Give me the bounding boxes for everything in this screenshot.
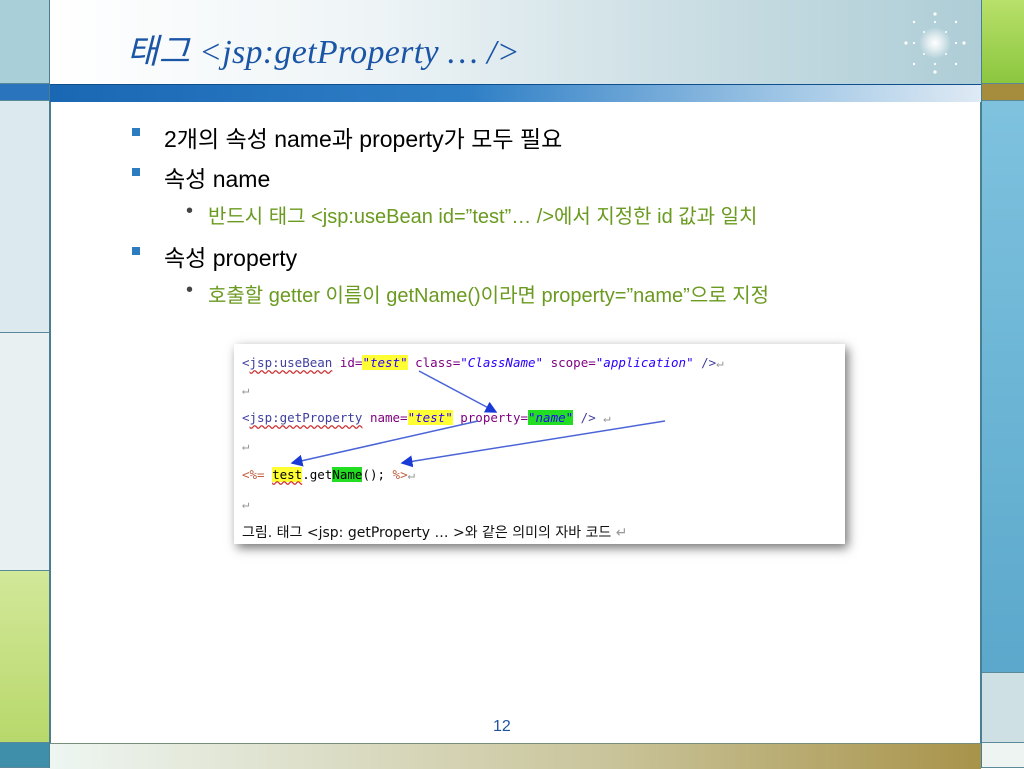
arrow-property-to-name bbox=[400, 420, 666, 468]
right-decor-column bbox=[981, 0, 1024, 768]
bullet-text: 속성 name bbox=[164, 166, 271, 192]
arrow-overlay bbox=[290, 370, 666, 468]
page-number: 12 bbox=[493, 718, 511, 735]
right-divider bbox=[980, 0, 982, 768]
slide-title: 태그 <jsp:getProperty … /> bbox=[127, 34, 520, 71]
sub-bullet-item: • 반드시 태그 <jsp:useBean id=”test”… />에서 지정… bbox=[130, 200, 970, 228]
code-figure: <jsp:useBean id="test" class="ClassName"… bbox=[234, 344, 845, 544]
arrow-usebean-to-getproperty bbox=[418, 370, 498, 413]
square-bullet-icon bbox=[132, 168, 140, 176]
bullet-list: 2개의 속성 name과 property가 모두 필요 속성 name • 반… bbox=[130, 120, 970, 318]
left-decor-column bbox=[0, 0, 50, 768]
square-bullet-icon bbox=[132, 128, 140, 136]
bullet-text: 2개의 속성 name과 property가 모두 필요 bbox=[164, 126, 563, 152]
bullet-text: 속성 property bbox=[164, 245, 298, 271]
dot-bullet-icon: • bbox=[186, 279, 194, 301]
sparkle-icon bbox=[904, 12, 966, 74]
sub-bullet-text: 반드시 태그 <jsp:useBean id=”test”… />에서 지정한 … bbox=[208, 206, 758, 228]
arrow-getproperty-to-test bbox=[290, 420, 479, 467]
sub-bullet-text: 호출할 getter 이름이 getName()이라면 property=”na… bbox=[208, 285, 769, 307]
title-underline-bar bbox=[50, 84, 981, 102]
sub-bullet-item: • 호출할 getter 이름이 getName()이라면 property=”… bbox=[130, 279, 970, 307]
footer-bar bbox=[50, 743, 981, 769]
square-bullet-icon bbox=[132, 247, 140, 255]
bullet-item: 속성 property bbox=[130, 239, 970, 271]
dot-bullet-icon: • bbox=[186, 200, 194, 222]
bullet-item: 2개의 속성 name과 property가 모두 필요 bbox=[130, 120, 970, 152]
bullet-item: 속성 name bbox=[130, 160, 970, 192]
left-divider bbox=[49, 0, 51, 768]
